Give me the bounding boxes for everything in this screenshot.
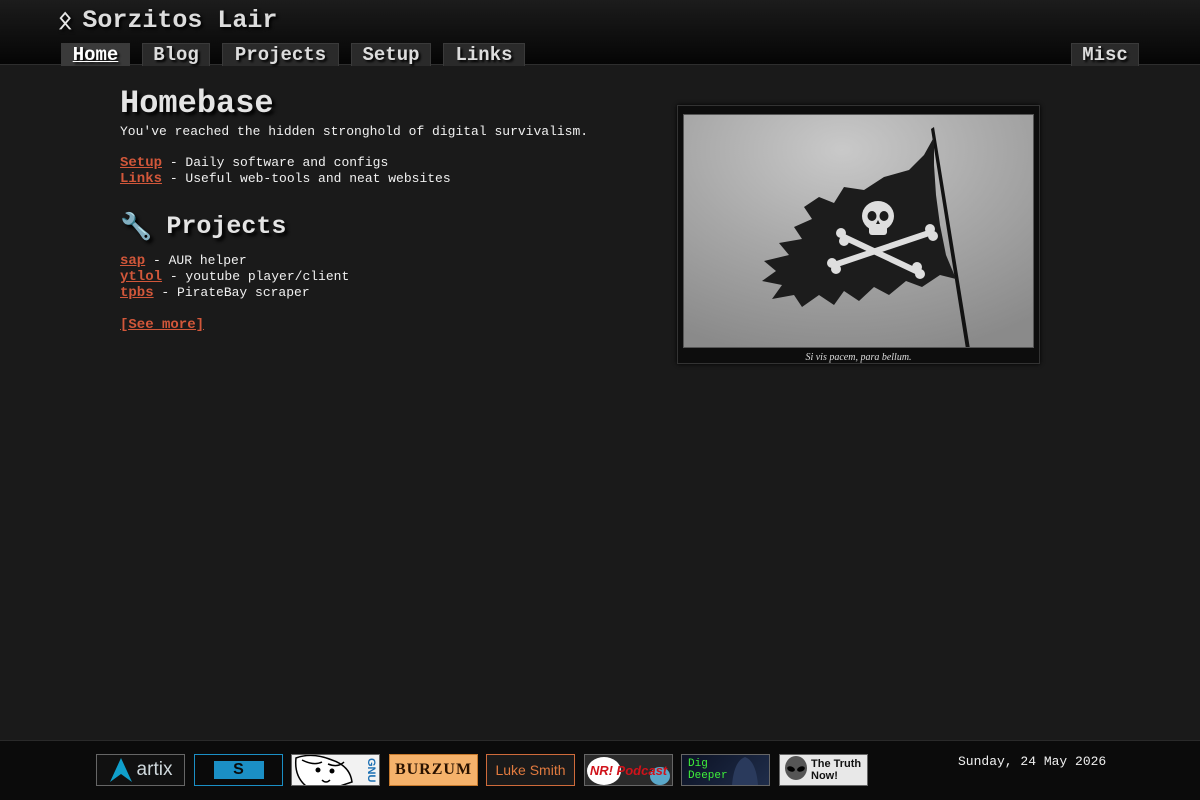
badge-luke-smith-text: Luke Smith — [495, 762, 566, 778]
setup-link-desc: - Daily software and configs — [162, 155, 389, 170]
quick-link-row: Setup - Daily software and configs — [120, 155, 640, 171]
site-footer: artix S GNU BURZUM Luke Smith NR! Podcas… — [0, 740, 1200, 800]
project-item: tpbs - PirateBay scraper — [120, 285, 640, 301]
page-title: Homebase — [120, 85, 274, 122]
nav-tab-projects[interactable]: Projects — [222, 43, 339, 66]
badge-dig-deeper[interactable]: Dig Deeper — [681, 754, 770, 786]
alien-head-icon — [785, 756, 807, 780]
nav-tab-home[interactable]: Home — [61, 43, 130, 66]
main-content: Homebase You've reached the hidden stron… — [120, 84, 640, 333]
badge-gnu[interactable]: GNU — [291, 754, 380, 786]
nav-tab-blog[interactable]: Blog — [142, 43, 210, 66]
badge-dig-deeper-text: Dig Deeper — [688, 758, 728, 782]
see-more-link[interactable]: [See more] — [120, 317, 204, 333]
figure-caption: Si vis pacem, para bellum. — [805, 352, 912, 363]
site-header: ᛟ Sorzitos Lair Home Blog Projects Setup… — [0, 0, 1200, 66]
jolly-roger-flag-icon — [684, 115, 1033, 347]
links-link[interactable]: Links — [120, 171, 162, 187]
featured-figure: Si vis pacem, para bellum. — [677, 105, 1040, 364]
badge-the-truth-now[interactable]: The Truth Now! — [779, 754, 868, 786]
badge-suckless[interactable]: S — [194, 754, 283, 786]
badge-suckless-text: S — [233, 761, 244, 778]
nav-tab-misc[interactable]: Misc — [1071, 43, 1139, 66]
badge-artix[interactable]: artix — [96, 754, 185, 786]
hooded-figure-icon — [732, 757, 758, 785]
project-desc: - AUR helper — [145, 253, 247, 268]
badge-nr-podcast[interactable]: NR! Podcast — [584, 754, 673, 786]
badge-the-truth-now-text: The Truth Now! — [811, 758, 862, 782]
gnu-head-icon — [294, 755, 353, 785]
setup-link[interactable]: Setup — [120, 155, 162, 171]
jolly-roger-flag-image — [683, 114, 1034, 348]
project-desc: - youtube player/client — [162, 269, 350, 284]
badge-luke-smith[interactable]: Luke Smith — [486, 754, 575, 786]
project-link-tpbs[interactable]: tpbs — [120, 285, 154, 301]
badge-burzum[interactable]: BURZUM — [389, 754, 478, 786]
lead-text: You've reached the hidden stronghold of … — [120, 124, 589, 139]
projects-heading-text: Projects — [166, 212, 287, 241]
quick-link-row: Links - Useful web-tools and neat websit… — [120, 171, 640, 187]
site-title[interactable]: ᛟ Sorzitos Lair — [58, 5, 277, 35]
nav-tab-setup[interactable]: Setup — [351, 43, 431, 66]
project-desc: - PirateBay scraper — [153, 285, 310, 300]
links-link-desc: - Useful web-tools and neat websites — [162, 171, 451, 186]
project-item: ytlol - youtube player/client — [120, 269, 640, 285]
badge-gnu-text: GNU — [365, 757, 377, 783]
project-item: sap - AUR helper — [120, 253, 640, 269]
suckless-logo-icon: S — [213, 761, 264, 779]
project-link-ytlol[interactable]: ytlol — [120, 269, 162, 285]
project-link-sap[interactable]: sap — [120, 253, 145, 269]
site-title-text: Sorzitos Lair — [82, 5, 278, 35]
current-date: Sunday, 24 May 2026 — [958, 754, 1107, 769]
badge-artix-text: artix — [136, 759, 173, 780]
artix-logo-icon — [109, 758, 132, 782]
badge-nr-podcast-text: NR! Podcast — [589, 762, 668, 778]
wrench-icon: 🔧 — [120, 212, 153, 242]
nav-tab-links[interactable]: Links — [443, 43, 525, 66]
badge-burzum-text: BURZUM — [394, 761, 473, 778]
othala-rune-icon: ᛟ — [58, 6, 73, 34]
projects-heading: 🔧 Projects — [120, 209, 640, 245]
